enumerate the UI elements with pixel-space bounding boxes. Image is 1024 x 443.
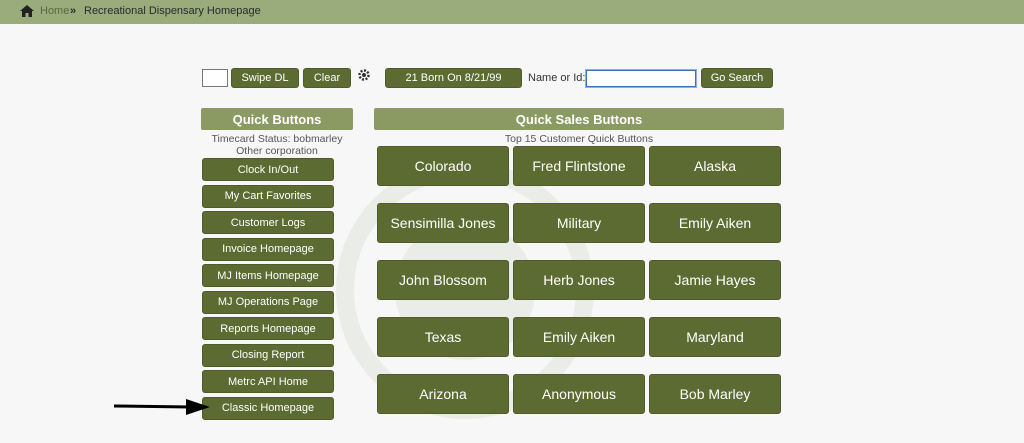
quick-button-reports-homepage[interactable]: Reports Homepage: [202, 317, 334, 340]
quick-sales-header: Quick Sales Buttons: [374, 108, 784, 130]
arrow-annotation: [113, 399, 210, 415]
go-search-button[interactable]: Go Search: [701, 68, 773, 88]
license-input-box[interactable]: [202, 69, 228, 87]
quick-buttons-header: Quick Buttons: [201, 108, 353, 130]
search-label: Name or Id:: [528, 72, 586, 84]
quick-button-mj-items-homepage[interactable]: MJ Items Homepage: [202, 264, 334, 287]
home-icon[interactable]: [20, 5, 34, 17]
quick-sale-button[interactable]: Alaska: [649, 146, 781, 186]
gear-icon[interactable]: [357, 68, 371, 82]
quick-sale-button[interactable]: Sensimilla Jones: [377, 203, 509, 243]
quick-button-mj-operations-page[interactable]: MJ Operations Page: [202, 290, 334, 314]
quick-button-metrc-api-home[interactable]: Metrc API Home: [202, 370, 334, 393]
quick-sale-button[interactable]: Bob Marley: [649, 374, 781, 414]
corporation-name: Other corporation: [236, 145, 318, 157]
quick-sale-button[interactable]: Arizona: [377, 374, 509, 414]
quick-sale-button[interactable]: Military: [513, 203, 645, 243]
clear-button[interactable]: Clear: [303, 68, 351, 88]
quick-sale-button[interactable]: Texas: [377, 317, 509, 357]
quick-sale-button[interactable]: Jamie Hayes: [649, 260, 781, 300]
breadcrumb: Home » Recreational Dispensary Homepage: [0, 0, 1024, 24]
quick-sale-button[interactable]: Herb Jones: [513, 260, 645, 300]
timecard-status: Timecard Status: bobmarley: [211, 133, 343, 145]
quick-button-customer-logs[interactable]: Customer Logs: [202, 211, 334, 234]
quick-sale-button[interactable]: Colorado: [377, 146, 509, 186]
quick-button-closing-report[interactable]: Closing Report: [202, 343, 334, 367]
breadcrumb-home-link[interactable]: Home: [40, 5, 69, 17]
quick-sale-button[interactable]: Maryland: [649, 317, 781, 357]
age-verification-button[interactable]: 21 Born On 8/21/99: [385, 68, 522, 88]
swipe-dl-button[interactable]: Swipe DL: [231, 68, 299, 88]
quick-button-invoice-homepage[interactable]: Invoice Homepage: [202, 237, 334, 261]
quick-button-my-cart-favorites[interactable]: My Cart Favorites: [202, 184, 334, 208]
quick-sale-button[interactable]: John Blossom: [377, 260, 509, 300]
search-input[interactable]: [585, 69, 697, 88]
quick-sale-button[interactable]: Emily Aiken: [513, 317, 645, 357]
quick-sale-button[interactable]: Anonymous: [513, 374, 645, 414]
quick-button-clock-in-out[interactable]: Clock In/Out: [202, 158, 334, 181]
quick-sale-button[interactable]: Emily Aiken: [649, 203, 781, 243]
quick-sales-subtitle: Top 15 Customer Quick Buttons: [504, 133, 654, 145]
breadcrumb-separator: »: [70, 5, 77, 17]
breadcrumb-current: Recreational Dispensary Homepage: [84, 5, 261, 17]
quick-button-classic-homepage[interactable]: Classic Homepage: [202, 396, 334, 420]
quick-sale-button[interactable]: Fred Flintstone: [513, 146, 645, 186]
